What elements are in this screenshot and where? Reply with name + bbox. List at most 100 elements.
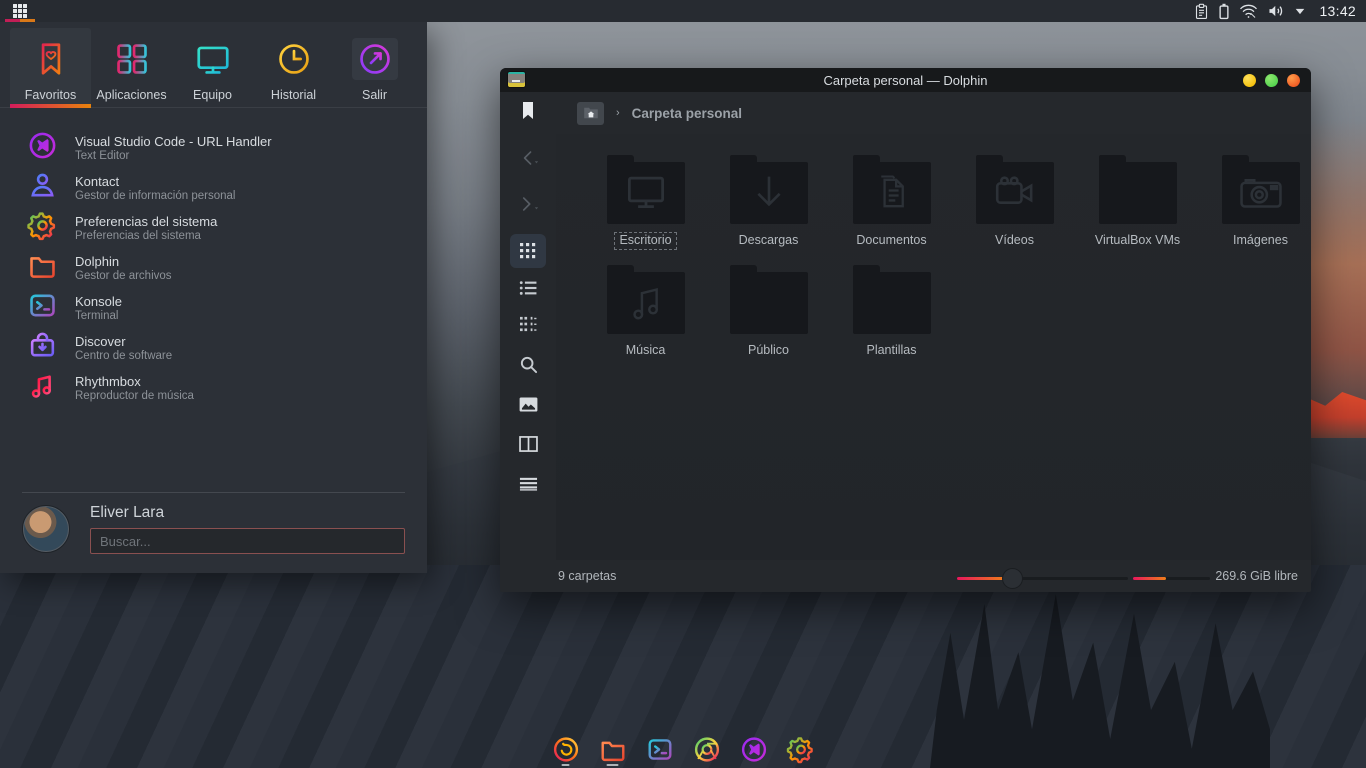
folder-item-publico[interactable]: Público [707,262,830,372]
folder-glyph [976,162,1054,224]
terminal-icon [27,290,58,326]
app-item-preferencias[interactable]: Preferencias del sistema Preferencias de… [0,208,427,248]
firefox-icon [551,735,580,764]
person-icon [27,170,58,206]
clock-icon [271,38,317,80]
user-block: Eliver Lara [0,492,427,573]
app-item-kontact[interactable]: Kontact Gestor de información personal [0,168,427,208]
dock-konsole[interactable] [645,732,675,766]
preview-icon[interactable] [510,388,546,420]
folder-label: Plantillas [861,342,921,360]
dock-firefox[interactable] [551,732,581,766]
bookmark-icon[interactable] [521,101,535,126]
folders-count: 9 carpetas [558,569,616,583]
used-space-fill [1133,577,1166,580]
compact-view-icon[interactable] [510,308,546,340]
folder-label: Público [743,342,794,360]
folder-label: VirtualBox VMs [1090,232,1185,250]
folder-item-videos[interactable]: Vídeos [953,152,1076,262]
folder-glyph [730,272,808,334]
tab-aplicaciones[interactable]: Aplicaciones [91,28,172,107]
forward-icon[interactable] [510,188,546,220]
vscode-icon [739,735,768,764]
folder-item-musica[interactable]: Música [584,262,707,372]
vscode-icon [27,130,58,166]
camera-emblem-icon [1239,176,1283,210]
app-description: Centro de software [75,350,172,362]
breadcrumb-separator: › [616,107,620,119]
tab-salir[interactable]: Salir [334,28,415,107]
user-name: Eliver Lara [90,504,405,522]
search-input[interactable] [90,528,405,554]
app-description: Gestor de archivos [75,270,172,282]
maximize-button[interactable] [1265,74,1278,87]
dock-files[interactable] [598,732,628,766]
back-icon[interactable] [510,142,546,174]
music-emblem-icon [629,285,663,321]
tab-historial[interactable]: Historial [253,28,334,107]
folder-glyph [607,272,685,334]
app-item-discover[interactable]: Discover Centro de software [0,328,427,368]
zoom-slider-fill [957,577,1005,580]
close-button[interactable] [1287,74,1300,87]
dock-vscode[interactable] [739,732,769,766]
split-view-icon[interactable] [510,428,546,460]
app-description: Gestor de información personal [75,190,235,202]
app-item-dolphin[interactable]: Dolphin Gestor de archivos [0,248,427,288]
folder-view[interactable]: Escritorio Descargas Documentos [556,134,1311,560]
gear-icon [27,210,58,246]
battery-icon[interactable] [1218,3,1230,20]
dolphin-window: Carpeta personal — Dolphin › Carpeta per… [500,68,1311,592]
app-item-rhythmbox[interactable]: Rhythmbox Reproductor de música [0,368,427,408]
grid-view-icon[interactable] [510,234,546,268]
chromium-icon [692,735,721,764]
window-title: Carpeta personal — Dolphin [500,73,1311,88]
volume-icon[interactable] [1267,3,1285,19]
folder-item-imagenes[interactable]: Imágenes [1199,152,1311,262]
breadcrumb-root[interactable]: Carpeta personal [632,106,742,121]
app-name: Kontact [75,174,235,189]
titlebar[interactable]: Carpeta personal — Dolphin [500,68,1311,92]
folder-item-escritorio[interactable]: Escritorio [584,152,707,262]
folder-label: Música [621,342,671,360]
app-name: Dolphin [75,254,172,269]
monitor-icon [190,38,236,80]
settings-gear-icon [786,735,815,764]
document-emblem-icon [875,174,909,212]
monitor-emblem-icon [625,175,667,211]
tab-label: Historial [271,88,316,102]
zoom-slider-handle[interactable] [1002,568,1023,589]
clock[interactable]: 13:42 [1315,3,1356,19]
folder-label: Documentos [851,232,931,250]
folder-item-plantillas[interactable]: Plantillas [830,262,953,372]
minimize-button[interactable] [1243,74,1256,87]
zoom-slider[interactable] [957,577,1128,580]
dock-chromium[interactable] [692,732,722,766]
caret-down-icon[interactable] [1294,7,1306,16]
folder-item-descargas[interactable]: Descargas [707,152,830,262]
avatar[interactable] [22,505,70,553]
app-name: Discover [75,334,172,349]
menu-icon[interactable] [510,468,546,500]
folder-item-virtualbox[interactable]: VirtualBox VMs [1076,152,1199,262]
app-description: Reproductor de música [75,390,194,402]
list-view-icon[interactable] [510,272,546,304]
free-space-bar [1133,577,1210,580]
folder-glyph [730,162,808,224]
tab-favoritos[interactable]: Favoritos [10,28,91,107]
network-icon[interactable] [1239,3,1258,19]
search-icon[interactable] [510,348,546,380]
folder-label: Descargas [734,232,804,250]
app-item-konsole[interactable]: Konsole Terminal [0,288,427,328]
top-panel: 13:42 [0,0,1366,22]
app-item-vscode[interactable]: Visual Studio Code - URL Handler Text Ed… [0,128,427,168]
folder-item-documentos[interactable]: Documentos [830,152,953,262]
home-folder-icon[interactable] [577,102,604,125]
music-note-icon [27,370,58,406]
dock-settings[interactable] [786,732,816,766]
bookmark-heart-icon [28,38,74,80]
tab-equipo[interactable]: Equipo [172,28,253,107]
app-launcher-button[interactable] [0,0,40,22]
clipboard-icon[interactable] [1194,3,1209,20]
download-emblem-icon [752,175,786,211]
